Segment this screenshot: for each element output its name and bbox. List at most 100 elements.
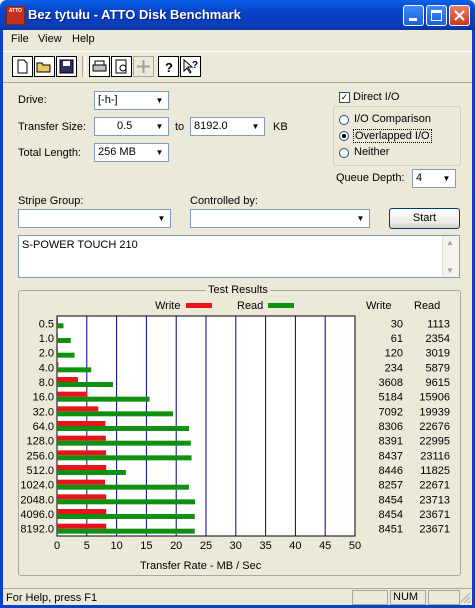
save-icon: [59, 59, 74, 74]
y-tick-label: 2.0: [39, 348, 54, 360]
neither-radio[interactable]: [339, 148, 349, 158]
x-tick-label: 30: [230, 540, 242, 552]
start-button[interactable]: Start: [389, 208, 460, 229]
write-bar: [57, 450, 107, 456]
read-bar: [57, 514, 195, 519]
chart-xlabel: Transfer Rate - MB / Sec: [140, 560, 262, 572]
drive-select[interactable]: [-h-] ▼: [94, 91, 169, 110]
write-value: 8306: [379, 421, 403, 433]
resize-grip-icon[interactable]: [459, 592, 471, 604]
overlapped-io-radio[interactable]: [339, 131, 349, 141]
print-icon: [92, 60, 107, 72]
x-tick-label: 40: [289, 540, 301, 552]
status-pane-caps: [352, 590, 388, 605]
x-tick-label: 50: [349, 540, 361, 552]
transfer-size-from-select[interactable]: 0.5 ▼: [94, 117, 169, 136]
overlapped-io-label[interactable]: Overlapped I/O: [353, 129, 432, 143]
chevron-down-icon[interactable]: ▼: [353, 211, 368, 226]
print-button[interactable]: [89, 56, 110, 77]
description-textarea[interactable]: S-POWER TOUCH 210 ▲ ▼: [18, 235, 460, 278]
y-tick-label: 16.0: [33, 392, 54, 404]
close-icon: [454, 10, 465, 21]
read-bar: [57, 455, 192, 461]
print-preview-button[interactable]: [111, 56, 132, 77]
write-bar: [57, 362, 59, 368]
y-tick-label: 4096.0: [20, 509, 54, 521]
transfer-size-label: Transfer Size:: [18, 121, 87, 133]
open-button[interactable]: [34, 56, 55, 77]
transfer-from-value: 0.5: [117, 120, 133, 132]
description-scrollbar[interactable]: ▲ ▼: [442, 236, 459, 277]
io-comparison-radio[interactable]: [339, 115, 349, 125]
close-button[interactable]: [449, 5, 470, 26]
help-button[interactable]: ?: [158, 56, 179, 77]
chevron-down-icon[interactable]: ▼: [152, 119, 167, 134]
y-tick-label: 1.0: [39, 333, 54, 345]
queue-depth-select[interactable]: 4 ▼: [412, 169, 456, 188]
x-tick-label: 45: [319, 540, 331, 552]
write-value: 3608: [379, 377, 403, 389]
x-tick-label: 15: [140, 540, 152, 552]
write-bar: [57, 479, 106, 485]
x-tick-label: 10: [110, 540, 122, 552]
write-value: 8451: [379, 524, 403, 536]
y-tick-label: 1024.0: [20, 480, 54, 492]
direct-io-label[interactable]: Direct I/O: [353, 91, 399, 103]
read-legend-swatch: [268, 303, 294, 308]
read-value: 23671: [419, 509, 450, 521]
read-value: 2354: [426, 333, 450, 345]
svg-text:?: ?: [165, 60, 173, 75]
chevron-down-icon[interactable]: ▼: [248, 119, 263, 134]
read-value: 11825: [420, 465, 450, 477]
status-pane-num: NUM: [390, 590, 426, 605]
menu-view[interactable]: View: [38, 33, 62, 45]
menu-file[interactable]: File: [11, 33, 29, 45]
minimize-button[interactable]: [403, 5, 424, 26]
open-folder-icon: [36, 62, 51, 73]
write-bar: [57, 406, 99, 412]
total-length-label: Total Length:: [18, 147, 81, 159]
controlled-by-select[interactable]: ▼: [190, 209, 370, 228]
neither-label[interactable]: Neither: [354, 146, 389, 158]
move-button[interactable]: [133, 56, 154, 77]
write-value: 8391: [379, 436, 403, 448]
direct-io-checkbox[interactable]: ✓: [339, 92, 350, 103]
chevron-down-icon[interactable]: ▼: [439, 171, 454, 186]
to-label: to: [175, 121, 185, 133]
read-value: 22676: [419, 421, 450, 433]
write-bar: [57, 318, 58, 324]
chevron-down-icon[interactable]: ▼: [154, 211, 169, 226]
context-help-button[interactable]: ?: [180, 56, 201, 77]
write-bar: [57, 465, 107, 470]
stripe-group-select[interactable]: ▼: [18, 209, 171, 228]
write-value: 7092: [379, 406, 403, 418]
drive-label: Drive:: [18, 94, 47, 106]
x-tick-label: 35: [259, 540, 271, 552]
chevron-down-icon[interactable]: ▼: [152, 145, 167, 160]
transfer-size-to-select[interactable]: 8192.0 ▼: [190, 117, 265, 136]
maximize-button[interactable]: [426, 5, 447, 26]
x-tick-label: 25: [200, 540, 212, 552]
io-comparison-label[interactable]: I/O Comparison: [354, 113, 431, 125]
write-value: 5184: [379, 392, 403, 404]
results-chart: 0 5 10 15 20 25 30 35 40 45 50 0.5 30 1113 1.0 61 2354 2.…: [20, 315, 450, 552]
read-value: 22671: [419, 480, 450, 492]
move-icon: [137, 60, 150, 73]
scroll-down-icon[interactable]: ▼: [446, 266, 454, 275]
write-bar: [57, 421, 106, 426]
write-bar: [57, 435, 106, 441]
help-icon: ?: [165, 60, 173, 75]
app-icon[interactable]: ATTO: [6, 6, 25, 25]
y-tick-label: 128.0: [26, 436, 54, 448]
new-document-button[interactable]: [12, 56, 33, 77]
menu-help[interactable]: Help: [72, 33, 95, 45]
y-tick-label: 64.0: [33, 421, 54, 433]
total-length-select[interactable]: 256 MB ▼: [94, 143, 169, 162]
read-bar: [57, 470, 126, 475]
scroll-up-icon[interactable]: ▲: [446, 238, 454, 247]
chevron-down-icon[interactable]: ▼: [152, 93, 167, 108]
y-tick-label: 8.0: [39, 377, 54, 389]
read-value: 23116: [420, 450, 450, 462]
save-button[interactable]: [56, 56, 77, 77]
write-value: 8454: [379, 509, 403, 521]
